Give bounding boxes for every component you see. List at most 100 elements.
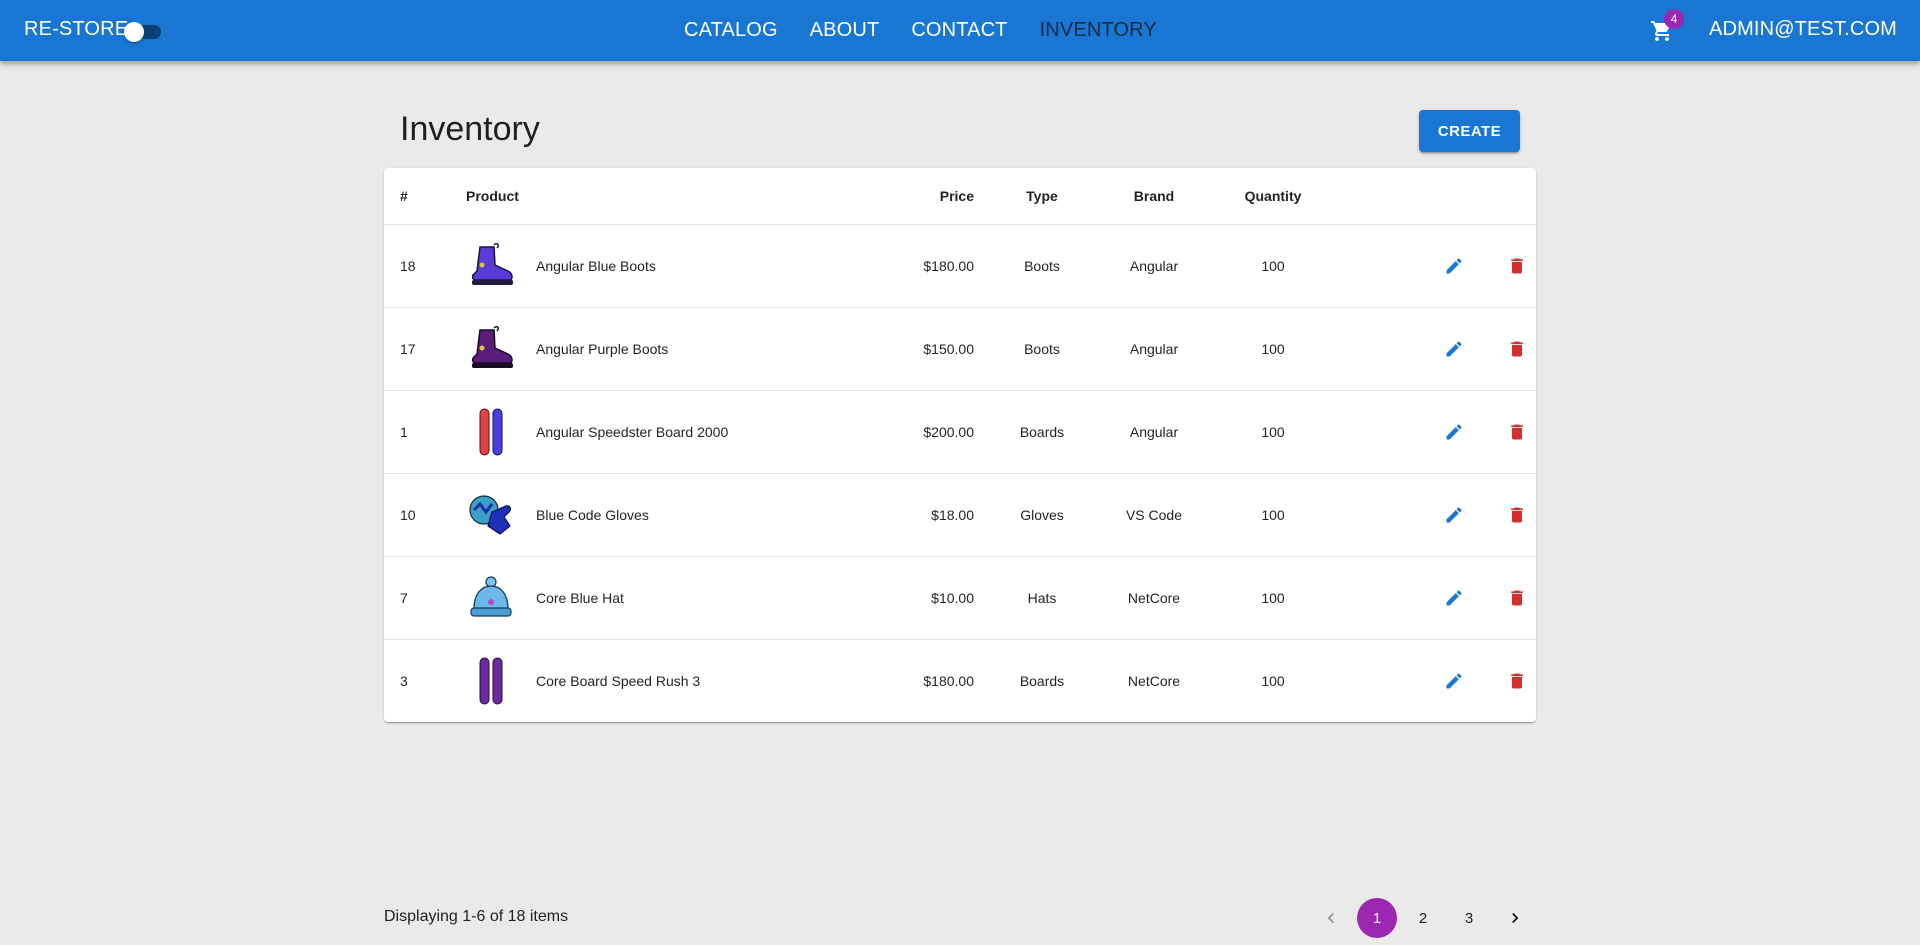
cell-product: Blue Code Gloves bbox=[466, 473, 862, 557]
delete-button[interactable] bbox=[1497, 495, 1536, 535]
cell-actions bbox=[1348, 390, 1536, 474]
nav-about[interactable]: ABOUT bbox=[794, 19, 896, 42]
cart-count-badge: 4 bbox=[1664, 9, 1684, 29]
cell-actions bbox=[1348, 473, 1536, 557]
pencil-icon bbox=[1446, 257, 1462, 273]
nav-contact[interactable]: CONTACT bbox=[895, 19, 1023, 42]
product-cell: Core Blue Hat bbox=[466, 573, 862, 623]
row-actions bbox=[1348, 412, 1536, 452]
edit-button[interactable] bbox=[1434, 412, 1473, 452]
table-row: 7 Core Blue Hat $10.00 Hats NetCore 100 bbox=[384, 556, 1536, 640]
cell-id: 1 bbox=[384, 390, 466, 474]
cell-type: Boards bbox=[974, 390, 1110, 474]
cell-product: Core Board Speed Rush 3 bbox=[466, 639, 862, 722]
nav-catalog[interactable]: CATALOG bbox=[668, 19, 794, 42]
product-name: Angular Speedster Board 2000 bbox=[536, 423, 729, 440]
hat-image bbox=[470, 575, 512, 617]
inventory-table: # Product Price Type Brand Quantity 18 A… bbox=[384, 168, 1536, 722]
main-nav: CATALOG ABOUT CONTACT INVENTORY bbox=[668, 0, 1173, 61]
trash-icon bbox=[1510, 590, 1523, 605]
pencil-icon bbox=[1446, 589, 1462, 605]
cell-type: Hats bbox=[974, 556, 1110, 640]
cell-type: Boots bbox=[974, 307, 1110, 391]
edit-button[interactable] bbox=[1434, 578, 1473, 618]
cell-brand: Angular bbox=[1110, 390, 1198, 474]
trash-icon bbox=[1510, 258, 1523, 273]
table-row: 17 Angular Purple Boots $150.00 Boots An… bbox=[384, 307, 1536, 391]
edit-button[interactable] bbox=[1434, 329, 1473, 369]
purple-boot-image bbox=[471, 325, 513, 368]
product-image bbox=[466, 407, 516, 457]
cell-quantity: 100 bbox=[1198, 224, 1348, 308]
delete-button[interactable] bbox=[1497, 578, 1536, 618]
cell-type: Boots bbox=[974, 224, 1110, 308]
product-name: Blue Code Gloves bbox=[536, 506, 649, 523]
cell-actions bbox=[1348, 639, 1536, 722]
cell-price: $180.00 bbox=[862, 224, 974, 308]
table-header-row: # Product Price Type Brand Quantity bbox=[384, 168, 1536, 225]
edit-button[interactable] bbox=[1434, 661, 1473, 701]
page-1-button[interactable]: 1 bbox=[1357, 898, 1397, 938]
cell-type: Gloves bbox=[974, 473, 1110, 557]
cell-price: $150.00 bbox=[862, 307, 974, 391]
delete-button[interactable] bbox=[1497, 329, 1536, 369]
trash-icon bbox=[1510, 424, 1523, 439]
switch-thumb[interactable] bbox=[124, 22, 144, 42]
col-price-header: Price bbox=[862, 168, 974, 225]
cell-product: Core Blue Hat bbox=[466, 556, 862, 640]
blue-boot-image bbox=[471, 242, 513, 285]
cell-price: $200.00 bbox=[862, 390, 974, 474]
edit-button[interactable] bbox=[1434, 495, 1473, 535]
pagination: 1 2 3 bbox=[1308, 898, 1538, 938]
cell-price: $18.00 bbox=[862, 473, 974, 557]
product-name: Angular Purple Boots bbox=[536, 340, 669, 357]
cell-actions bbox=[1348, 307, 1536, 391]
delete-button[interactable] bbox=[1497, 661, 1536, 701]
cell-price: $10.00 bbox=[862, 556, 974, 640]
delete-button[interactable] bbox=[1497, 412, 1536, 452]
cell-quantity: 100 bbox=[1198, 307, 1348, 391]
cell-actions bbox=[1348, 556, 1536, 640]
dark-mode-switch[interactable] bbox=[124, 20, 164, 42]
cell-id: 3 bbox=[400, 672, 408, 689]
table-row: 10 Blue Code Gloves $18.00 Gloves VS Cod… bbox=[384, 473, 1536, 557]
trash-icon bbox=[1510, 673, 1523, 689]
pencil-icon bbox=[1446, 423, 1462, 439]
gloves-image bbox=[469, 494, 512, 535]
product-image bbox=[466, 573, 516, 623]
pencil-icon bbox=[1446, 506, 1462, 522]
page-title: Inventory bbox=[400, 110, 540, 148]
cart-button[interactable]: 4 bbox=[1646, 9, 1684, 47]
cell-quantity: 100 bbox=[1198, 390, 1348, 474]
user-menu[interactable]: ADMIN@TEST.COM bbox=[1709, 18, 1897, 41]
table-row: 18 Angular Blue Boots $180.00 Boots Angu… bbox=[384, 224, 1536, 308]
cell-price: $180.00 bbox=[923, 672, 974, 689]
cell-id: 18 bbox=[384, 224, 466, 308]
edit-button[interactable] bbox=[1434, 246, 1473, 286]
cell-product: Angular Purple Boots bbox=[466, 307, 862, 391]
col-quantity-header: Quantity bbox=[1198, 168, 1348, 225]
cell-brand: Angular bbox=[1110, 224, 1198, 308]
chevron-left-icon bbox=[1327, 913, 1334, 923]
product-image bbox=[466, 324, 516, 374]
next-page-button[interactable] bbox=[1495, 898, 1535, 938]
page-2-button[interactable]: 2 bbox=[1403, 898, 1443, 938]
product-cell: Core Board Speed Rush 3 bbox=[466, 656, 862, 706]
prev-page-button[interactable] bbox=[1311, 898, 1351, 938]
table-row: 1 Angular Speedster Board 2000 $200.00 B… bbox=[384, 390, 1536, 474]
col-brand-header: Brand bbox=[1110, 168, 1198, 225]
trash-icon bbox=[1510, 507, 1523, 522]
delete-button[interactable] bbox=[1497, 246, 1536, 286]
cell-quantity: 100 bbox=[1198, 473, 1348, 557]
product-image bbox=[466, 490, 516, 540]
cell-brand: Angular bbox=[1110, 307, 1198, 391]
row-actions bbox=[1348, 578, 1536, 618]
brand-title[interactable]: RE-STORE bbox=[24, 18, 128, 41]
board-image bbox=[479, 657, 503, 705]
row-actions bbox=[1348, 495, 1536, 535]
page-3-button[interactable]: 3 bbox=[1449, 898, 1489, 938]
nav-inventory[interactable]: INVENTORY bbox=[1024, 19, 1173, 42]
row-actions bbox=[1348, 661, 1536, 701]
trash-icon bbox=[1510, 341, 1523, 356]
create-button[interactable]: CREATE bbox=[1419, 110, 1520, 152]
